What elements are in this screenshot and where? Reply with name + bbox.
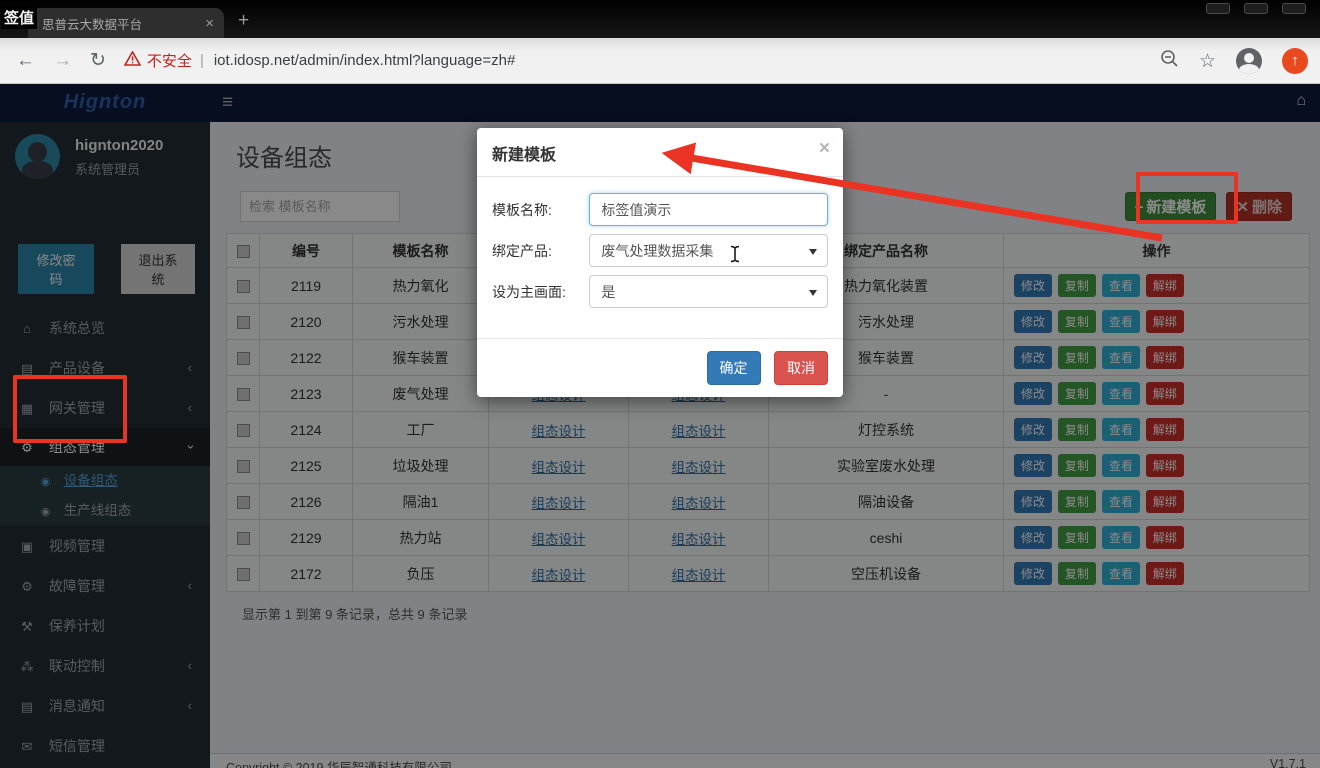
recording-overlay-badge: 签值 xyxy=(1,6,37,29)
caret-down-icon xyxy=(809,290,817,296)
new-template-modal: 新建模板 × 模板名称: 绑定产品: 废气处理数据采集 设为主画面: 是 xyxy=(477,128,843,397)
browser-update-icon[interactable]: ↑ xyxy=(1282,48,1308,74)
tab-strip: 思普云大数据平台 × + xyxy=(0,0,1320,38)
window-controls xyxy=(1206,3,1306,14)
back-icon[interactable]: ← xyxy=(16,51,35,70)
modal-title: 新建模板 xyxy=(492,147,556,164)
minimize-icon[interactable] xyxy=(1206,3,1230,14)
refresh-icon[interactable]: ↻ xyxy=(90,51,106,70)
confirm-button[interactable]: 确定 xyxy=(707,351,761,385)
main-screen-label: 设为主画面: xyxy=(492,282,581,302)
template-name-label: 模板名称: xyxy=(492,200,581,220)
profile-icon[interactable] xyxy=(1236,48,1262,74)
bind-product-label: 绑定产品: xyxy=(492,241,581,261)
browser-chrome: 思普云大数据平台 × + ← → ↻ 不安全 | iot.idosp.net/a… xyxy=(0,0,1320,84)
main-screen-select[interactable]: 是 xyxy=(589,275,828,308)
bookmark-star-icon[interactable]: ☆ xyxy=(1199,50,1216,73)
caret-down-icon xyxy=(809,249,817,255)
screen: 思普云大数据平台 × + ← → ↻ 不安全 | iot.idosp.net/a… xyxy=(0,0,1320,768)
security-label[interactable]: 不安全 xyxy=(147,50,192,71)
tab-close-icon[interactable]: × xyxy=(203,16,216,31)
cancel-button[interactable]: 取消 xyxy=(774,351,828,385)
bind-product-select[interactable]: 废气处理数据采集 xyxy=(589,234,828,267)
url-separator: | xyxy=(200,52,204,69)
tab-title: 思普云大数据平台 xyxy=(42,14,203,33)
new-tab-button[interactable]: + xyxy=(238,10,249,32)
address-bar: ← → ↻ 不安全 | iot.idosp.net/admin/index.ht… xyxy=(0,38,1320,84)
modal-close-icon[interactable]: × xyxy=(819,138,830,160)
zoom-out-icon[interactable] xyxy=(1160,49,1179,73)
maximize-icon[interactable] xyxy=(1244,3,1268,14)
browser-tab[interactable]: 思普云大数据平台 × xyxy=(28,8,224,38)
url-text[interactable]: iot.idosp.net/admin/index.html?language=… xyxy=(214,52,515,69)
forward-icon[interactable]: → xyxy=(53,51,72,70)
template-name-input[interactable] xyxy=(589,193,828,226)
close-window-icon[interactable] xyxy=(1282,3,1306,14)
security-warning-icon[interactable] xyxy=(124,51,141,71)
address-bar-right: ☆ ↑ xyxy=(1160,38,1308,84)
